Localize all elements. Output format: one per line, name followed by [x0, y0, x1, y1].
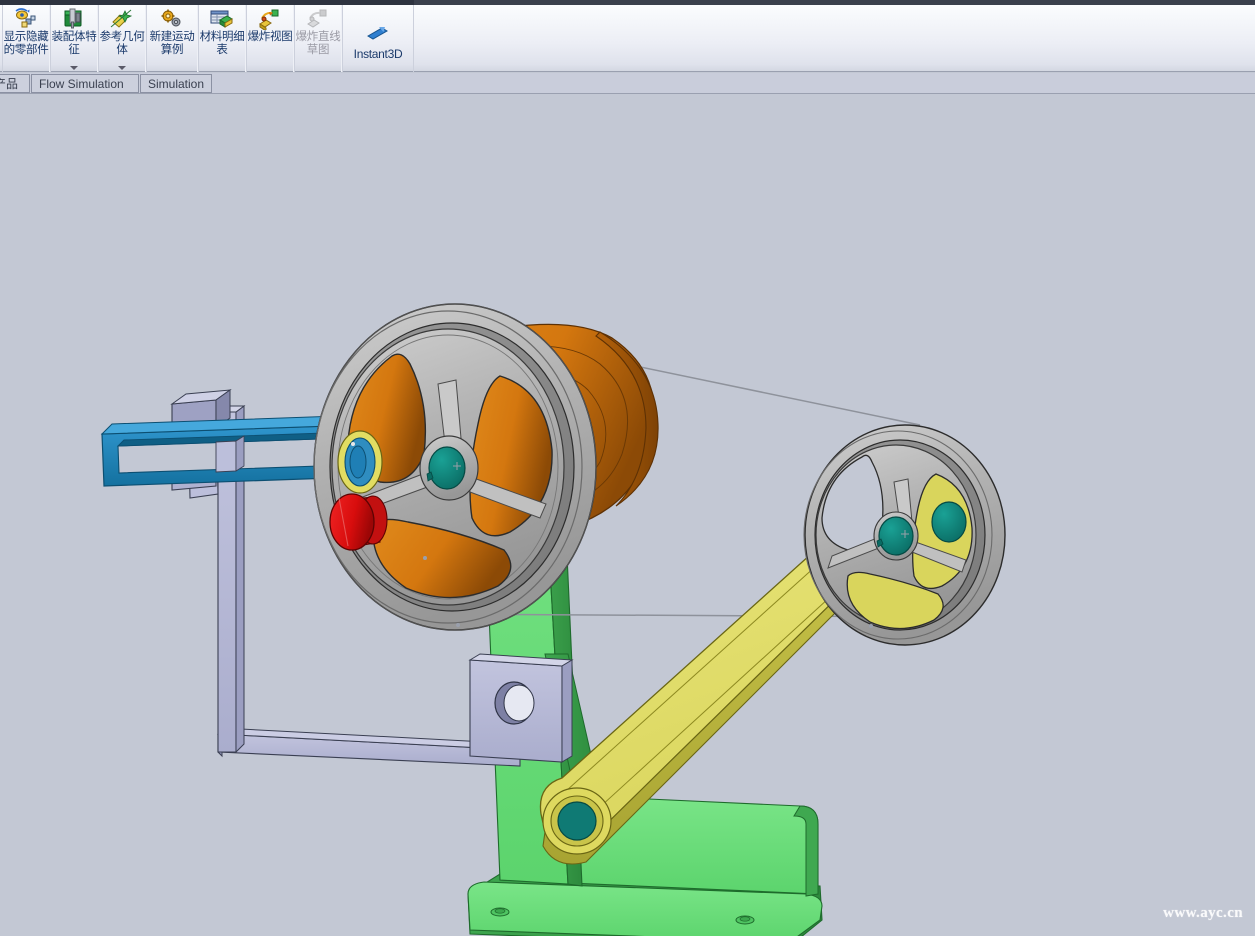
- assembly-model: [0, 94, 1255, 936]
- tab-flow-simulation[interactable]: Flow Simulation: [31, 74, 139, 93]
- small-pulley-assembly: [804, 425, 1005, 645]
- left-bushing: [338, 431, 382, 493]
- bill-of-materials-icon: [209, 8, 235, 30]
- ribbon-button-label: 新建运动算例: [149, 31, 195, 56]
- ribbon-button-assembly-features[interactable]: 装配体特征: [50, 5, 98, 72]
- ribbon-button-label: 爆炸直线草图: [295, 31, 341, 56]
- ribbon-button-label: 材料明细表: [199, 31, 245, 56]
- assembly-features-icon: [61, 8, 87, 30]
- ribbon-button-label: 显示隐藏的零部件: [3, 31, 49, 56]
- chevron-down-icon[interactable]: [70, 66, 78, 70]
- ribbon-button-label: 装配体特征: [51, 31, 97, 56]
- ribbon-toolbar: 显示隐藏的零部件 装配体特征: [0, 5, 1255, 72]
- tab-label: Simulation: [148, 77, 204, 91]
- ribbon-button-label: 参考几何体: [99, 31, 145, 56]
- exploded-view-icon: [257, 8, 283, 30]
- ribbon-button-bill-of-materials[interactable]: 材料明细表: [198, 5, 246, 72]
- ribbon-button-label: Instant3D: [343, 48, 413, 61]
- reference-geometry-icon: [109, 8, 135, 30]
- tab-label: Flow Simulation: [39, 77, 124, 91]
- tab-products[interactable]: 产品: [0, 74, 30, 93]
- instant3d-icon: [365, 25, 391, 47]
- explode-line-sketch-icon: [305, 8, 331, 30]
- ribbon-button-label: 爆炸视图: [247, 31, 293, 44]
- ribbon-button-instant3d[interactable]: Instant3D: [342, 5, 414, 72]
- solidworks-window: 显示隐藏的零部件 装配体特征: [0, 0, 1255, 936]
- document-tab-bar: 产品 Flow Simulation Simulation: [0, 73, 1255, 94]
- show-hidden-components-icon: [13, 8, 39, 30]
- red-crank-handle: [330, 494, 387, 550]
- watermark: www.ayc.cn: [1163, 905, 1243, 922]
- new-motion-study-icon: [159, 8, 185, 30]
- large-pulley-assembly: [314, 304, 658, 630]
- blue-slotted-link: [102, 416, 340, 486]
- ribbon-button-exploded-view[interactable]: 爆炸视图: [246, 5, 294, 72]
- ribbon-button-show-hidden-components[interactable]: 显示隐藏的零部件: [2, 5, 50, 72]
- ribbon-button-explode-line-sketch: 爆炸直线草图: [294, 5, 342, 72]
- tab-label: 产品: [0, 75, 18, 92]
- graphics-area[interactable]: www.ayc.cn: [0, 94, 1255, 936]
- ribbon-button-reference-geometry[interactable]: 参考几何体: [98, 5, 146, 72]
- tab-simulation[interactable]: Simulation: [140, 74, 212, 93]
- ribbon-button-new-motion-study[interactable]: 新建运动算例: [146, 5, 198, 72]
- chevron-down-icon[interactable]: [118, 66, 126, 70]
